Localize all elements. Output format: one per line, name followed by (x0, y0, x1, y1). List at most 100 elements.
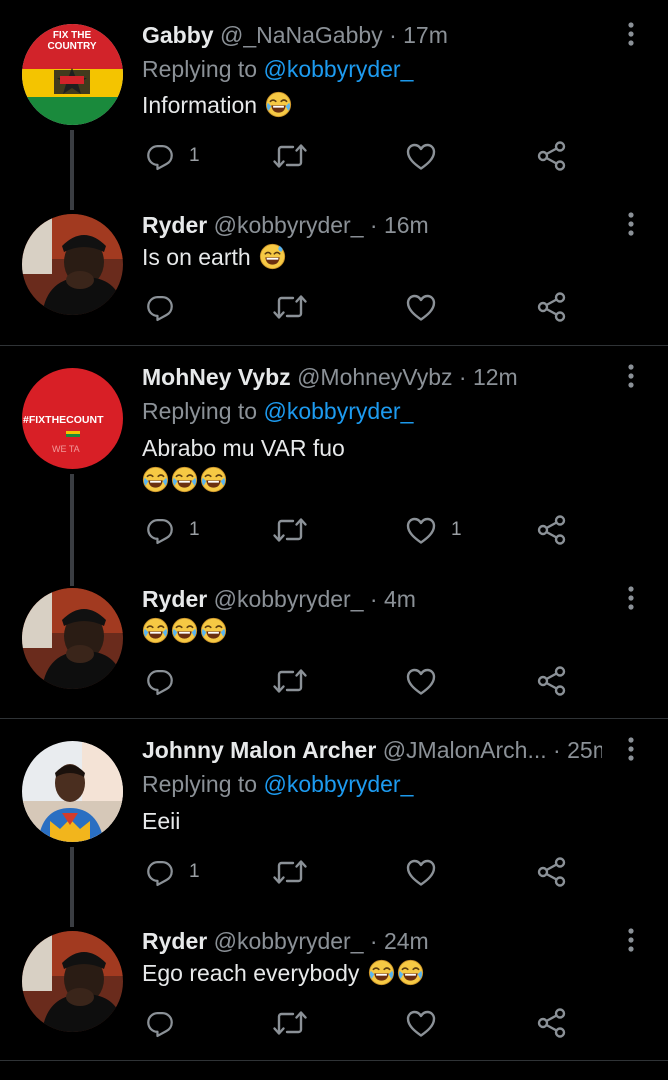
display-name[interactable]: Ryder (142, 928, 207, 954)
like-button[interactable] (405, 139, 437, 173)
tweet-text-content: Abrabo mu VAR fuo (142, 435, 345, 461)
display-name[interactable]: Ryder (142, 586, 207, 612)
reply-button[interactable]: 1 (145, 139, 200, 173)
more-options-icon[interactable] (620, 584, 642, 614)
ryder-avatar-image (22, 931, 123, 1032)
reply-count: 1 (189, 519, 200, 540)
retweet-button[interactable] (272, 1006, 308, 1040)
replying-to-label: Replying to (142, 771, 264, 797)
share-button[interactable] (536, 1006, 568, 1040)
timestamp[interactable]: 25m (567, 737, 602, 763)
more-options-icon[interactable] (620, 735, 642, 765)
avatar[interactable] (22, 741, 123, 842)
ryder-avatar-image (22, 588, 123, 689)
tweet[interactable]: Ryder @kobbyryder_ · 4m (0, 574, 668, 718)
tweet[interactable]: Ryder @kobbyryder_ · 16m Is on earth (0, 200, 668, 345)
retweet-button[interactable] (272, 513, 308, 547)
more-options-icon[interactable] (620, 362, 642, 392)
replying-to-mention[interactable]: @kobbyryder_ (263, 771, 413, 797)
timestamp[interactable]: 17m (403, 22, 448, 48)
retweet-button[interactable] (272, 664, 308, 698)
reply-count: 1 (189, 861, 200, 882)
timestamp[interactable]: 16m (384, 212, 429, 238)
tweet[interactable]: #FIXTHECOUNT WE TA MohNey Vybz @MohneyVy… (0, 346, 668, 586)
retweet-button[interactable] (272, 290, 308, 324)
separator-dot: · (546, 737, 568, 763)
heart-icon (405, 292, 437, 322)
retweet-button[interactable] (272, 139, 308, 173)
display-name[interactable]: Ryder (142, 212, 207, 238)
retweet-icon (272, 291, 308, 323)
retweet-icon (272, 1007, 308, 1039)
share-button[interactable] (536, 290, 568, 324)
tweet-text-content: Eeii (142, 808, 181, 834)
share-icon (536, 291, 568, 323)
retweet-icon (272, 665, 308, 697)
share-button[interactable] (536, 513, 568, 547)
replying-to-line: Replying to @kobbyryder_ (142, 54, 413, 84)
tweet-text-content: Information (142, 92, 258, 118)
tweet-header: Ryder @kobbyryder_ · 16m (142, 210, 608, 240)
reply-button[interactable]: 1 (145, 855, 200, 889)
reply-icon (145, 857, 175, 887)
avatar[interactable] (22, 588, 123, 689)
like-count: 1 (451, 519, 462, 540)
share-button[interactable] (536, 855, 568, 889)
reply-icon (145, 666, 175, 696)
tweet-emoji-line (142, 464, 227, 496)
heart-icon (405, 857, 437, 887)
more-options-icon[interactable] (620, 210, 642, 240)
reply-button[interactable] (145, 664, 189, 698)
retweet-icon (272, 140, 308, 172)
separator-dot: · (363, 212, 384, 238)
user-handle[interactable]: @JMalonArch... (383, 737, 547, 763)
reply-button[interactable]: 1 (145, 513, 200, 547)
retweet-button[interactable] (272, 855, 308, 889)
thread-line (70, 474, 74, 586)
timestamp[interactable]: 24m (384, 928, 429, 954)
user-handle[interactable]: @_NaNaGabby (220, 22, 383, 48)
tweet[interactable]: FIX THE COUNTRY Gabby @_NaNaGabby · 17m … (0, 0, 668, 210)
timestamp[interactable]: 4m (384, 586, 416, 612)
display-name[interactable]: Gabby (142, 22, 214, 48)
face-with-tears-of-joy-icon (397, 959, 424, 986)
tweet[interactable]: Johnny Malon Archer @JMalonArch... · 25m… (0, 719, 668, 927)
heart-icon (405, 515, 437, 545)
user-handle[interactable]: @kobbyryder_ (214, 586, 364, 612)
fix-the-country-avatar-image: FIX THE COUNTRY (22, 24, 123, 125)
like-button[interactable] (405, 1006, 437, 1040)
like-button[interactable] (405, 290, 437, 324)
tweet-text-content: Ego reach everybody (142, 960, 360, 986)
tweet-text: Eeii (142, 805, 180, 837)
display-name[interactable]: Johnny Malon Archer (142, 737, 376, 763)
timestamp[interactable]: 12m (473, 364, 518, 390)
tweet-header: Gabby @_NaNaGabby · 17m (142, 20, 608, 50)
user-handle[interactable]: @MohneyVybz (297, 364, 452, 390)
share-button[interactable] (536, 139, 568, 173)
user-handle[interactable]: @kobbyryder_ (214, 212, 364, 238)
divider (0, 1060, 668, 1061)
more-options-icon[interactable] (620, 20, 642, 50)
replying-to-mention[interactable]: @kobbyryder_ (263, 56, 413, 82)
reply-button[interactable] (145, 1006, 189, 1040)
user-handle[interactable]: @kobbyryder_ (214, 928, 364, 954)
share-button[interactable] (536, 664, 568, 698)
more-options-icon[interactable] (620, 926, 642, 956)
reply-icon (145, 292, 175, 322)
face-with-tears-of-joy-icon (200, 617, 227, 644)
display-name[interactable]: MohNey Vybz (142, 364, 291, 390)
like-button[interactable]: 1 (405, 513, 462, 547)
share-icon (536, 1007, 568, 1039)
avatar-caption-line-1: #FIXTHECOUNT (23, 414, 104, 426)
tweet-text-content: Is on earth (142, 244, 251, 270)
tweet[interactable]: Ryder @kobbyryder_ · 24m Ego reach every… (0, 917, 668, 1060)
avatar[interactable] (22, 931, 123, 1032)
reply-button[interactable] (145, 290, 189, 324)
like-button[interactable] (405, 664, 437, 698)
share-icon (536, 665, 568, 697)
avatar[interactable] (22, 214, 123, 315)
replying-to-mention[interactable]: @kobbyryder_ (263, 398, 413, 424)
like-button[interactable] (405, 855, 437, 889)
avatar[interactable]: FIX THE COUNTRY (22, 24, 123, 125)
avatar[interactable]: #FIXTHECOUNT WE TA (22, 368, 123, 469)
